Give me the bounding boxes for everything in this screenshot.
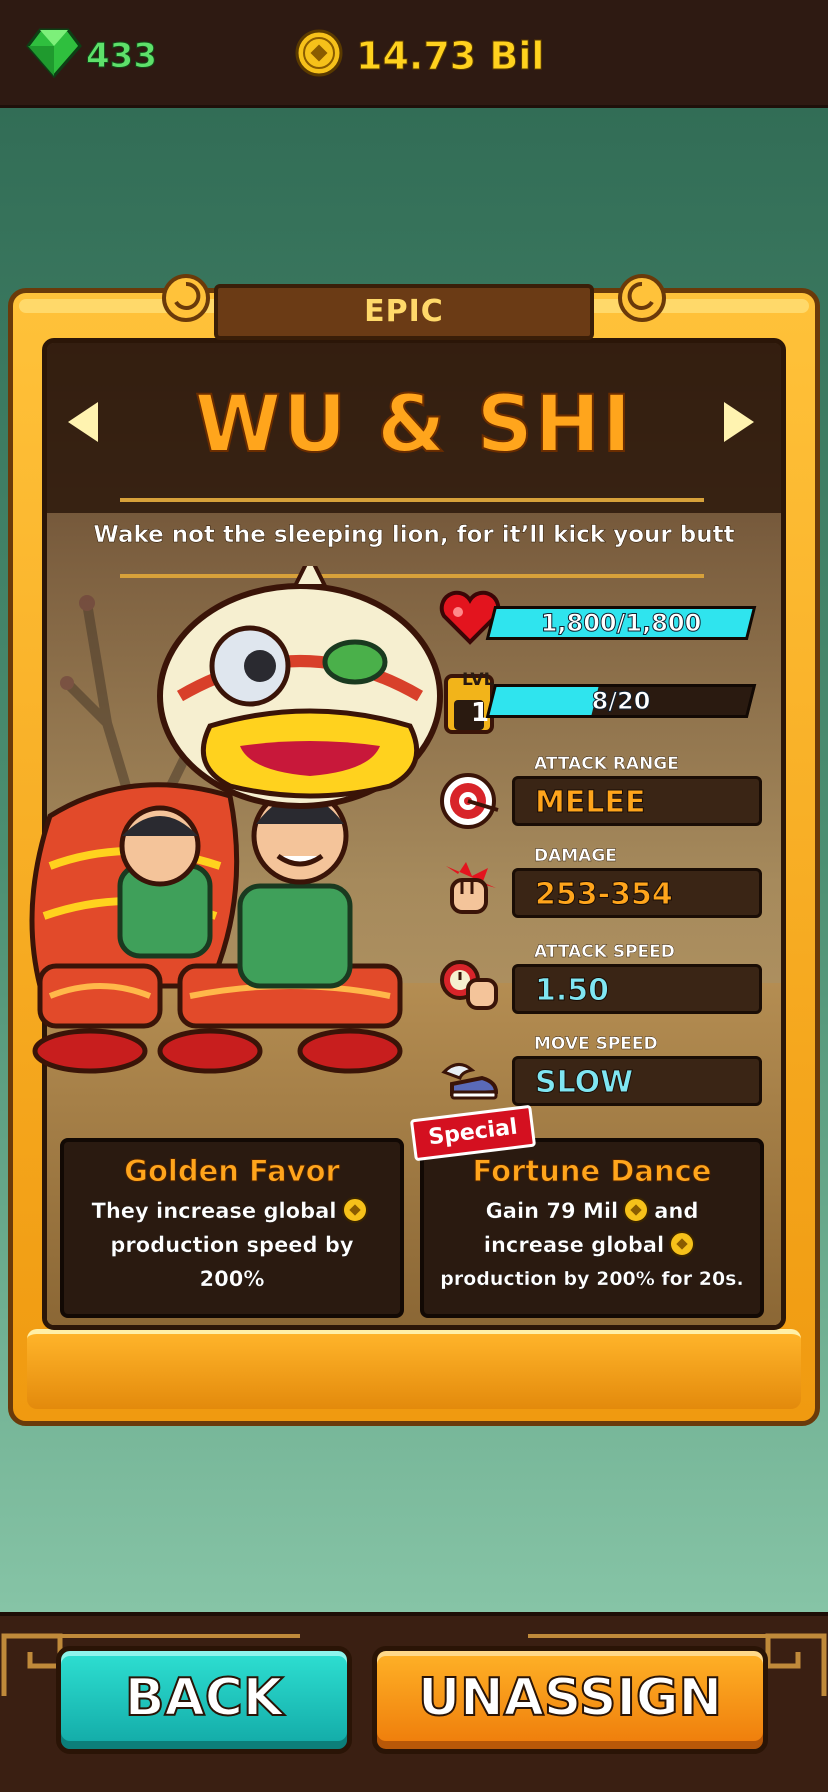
scroll-knob-left-icon xyxy=(162,274,210,322)
clock-fist-icon xyxy=(440,960,498,1010)
damage-box: 253-354 xyxy=(512,868,762,918)
gold-coin-icon xyxy=(295,29,343,77)
attack-speed-label: ATTACK SPEED xyxy=(534,942,675,962)
coin-icon xyxy=(623,1197,650,1223)
winged-shoe-icon xyxy=(441,1063,499,1100)
attack-range-value: MELEE xyxy=(534,785,646,821)
move-speed-box: SLOW xyxy=(512,1056,762,1106)
passive-ability-description: They increase global production speed by… xyxy=(64,1194,400,1296)
coin-icon xyxy=(341,1197,368,1223)
passive-ability-title: Golden Favor xyxy=(124,1154,341,1189)
special-ability-card: Fortune Dance Gain 79 Mil and increase gl… xyxy=(420,1138,764,1318)
emerald-gem-icon xyxy=(26,28,82,78)
damage-value: 253-354 xyxy=(535,877,674,913)
hero-tagline: Wake not the sleeping lion, for it’ll ki… xyxy=(93,522,735,549)
fist-icon xyxy=(446,862,496,914)
lion-dance-character xyxy=(29,566,443,1074)
xp-bar: 8/20 xyxy=(485,684,757,718)
health-bar: 1,800/1,800 xyxy=(485,606,757,640)
move-speed-value: SLOW xyxy=(534,1065,634,1101)
attack-range-label: ATTACK RANGE xyxy=(534,754,679,774)
move-speed-label: MOVE SPEED xyxy=(534,1034,658,1054)
coin-count: 14.73 Bil xyxy=(355,34,545,79)
previous-hero-arrow-icon[interactable] xyxy=(66,400,100,444)
next-hero-arrow-icon[interactable] xyxy=(722,400,756,444)
coin-icon xyxy=(669,1231,696,1257)
target-icon xyxy=(440,773,499,829)
divider xyxy=(120,498,704,502)
attack-speed-box: 1.50 xyxy=(512,964,762,1014)
rarity-banner: EPIC xyxy=(214,284,594,340)
special-ability-description: Gain 79 Mil and increase global productio… xyxy=(424,1194,760,1296)
special-ability-title: Fortune Dance xyxy=(472,1154,712,1189)
attack-range-box: MELEE xyxy=(512,776,762,826)
back-button[interactable]: BACK xyxy=(56,1646,352,1754)
scroll-knob-right-icon xyxy=(618,274,666,322)
level-label: LVL xyxy=(462,670,495,690)
hero-name: WU & SHI xyxy=(194,379,634,471)
damage-label: DAMAGE xyxy=(534,846,617,866)
passive-ability-card: Golden Favor They increase global produc… xyxy=(60,1138,404,1318)
unassign-button[interactable]: UNASSIGN xyxy=(372,1646,768,1754)
attack-speed-value: 1.50 xyxy=(534,973,610,1009)
gem-count: 433 xyxy=(86,36,158,77)
xp-text: 8/20 xyxy=(591,687,651,716)
currency-bar: 433 14.73 Bil xyxy=(0,0,828,108)
health-text: 1,800/1,800 xyxy=(540,609,702,638)
